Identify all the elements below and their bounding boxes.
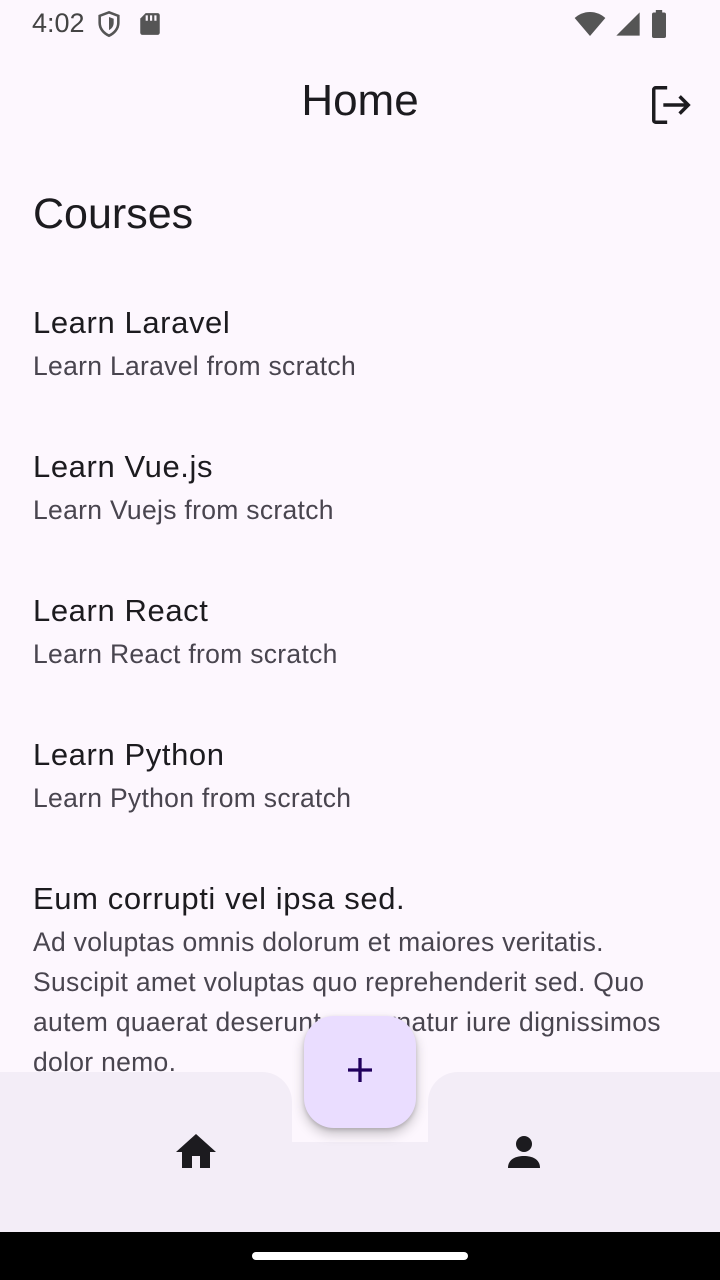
course-item[interactable]: Learn Vue.js Learn Vuejs from scratch [0, 444, 720, 588]
home-gesture-handle[interactable] [252, 1252, 468, 1260]
signal-icon [614, 10, 642, 43]
course-description: Learn React from scratch [33, 639, 338, 669]
course-title: Learn Vue.js [33, 449, 214, 484]
logout-icon [648, 86, 694, 132]
status-time: 4:02 [32, 8, 85, 38]
course-item[interactable]: Learn Laravel Learn Laravel from scratch [0, 300, 720, 444]
add-course-button[interactable] [304, 1016, 416, 1128]
course-title: Learn Laravel [33, 305, 231, 340]
course-description: Learn Vuejs from scratch [33, 495, 334, 525]
section-title: Courses [33, 190, 194, 238]
course-title: Learn Python [33, 737, 225, 772]
system-navigation-bar [0, 1232, 720, 1280]
status-bar: 4:02 [0, 0, 720, 48]
nav-home-button[interactable] [172, 1128, 220, 1176]
sd-card-icon [137, 10, 163, 43]
home-icon [172, 1134, 220, 1180]
course-title: Eum corrupti vel ipsa sed. [33, 881, 406, 916]
person-icon [500, 1136, 548, 1180]
course-title: Learn React [33, 593, 209, 628]
logout-button[interactable] [648, 82, 694, 128]
course-list[interactable]: Learn Laravel Learn Laravel from scratch… [0, 300, 720, 1072]
page-title: Home [301, 76, 419, 125]
shield-icon [95, 10, 123, 43]
course-item[interactable]: Learn Python Learn Python from scratch [0, 732, 720, 876]
status-right-icons [574, 10, 668, 43]
course-item[interactable]: Learn React Learn React from scratch [0, 588, 720, 732]
course-description: Learn Python from scratch [33, 783, 352, 813]
wifi-icon [574, 10, 606, 43]
app-bar: Home [0, 48, 720, 160]
status-left-icons [95, 10, 163, 43]
course-description: Learn Laravel from scratch [33, 351, 356, 381]
battery-icon [650, 10, 668, 43]
nav-profile-button[interactable] [500, 1128, 548, 1176]
plus-icon [342, 1052, 378, 1093]
